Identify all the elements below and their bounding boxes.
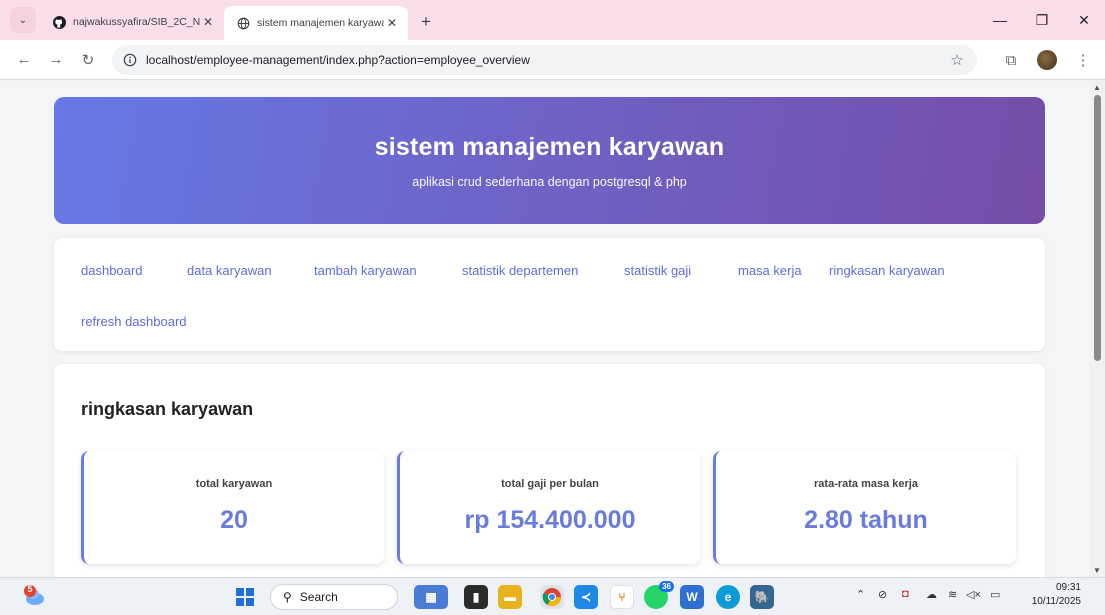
stat-card-masa-kerja: rata-rata masa kerja 2.80 tahun <box>713 451 1016 564</box>
stat-value: 2.80 tahun <box>804 506 928 534</box>
forward-arrow-icon[interactable]: → <box>42 46 70 74</box>
browser-toolbar: ← → ↻ localhost/employee-management/inde… <box>0 40 1105 80</box>
stat-card-total-gaji: total gaji per bulan rp 154.400.000 <box>397 451 700 564</box>
taskbar-edge-icon[interactable]: e <box>716 585 740 609</box>
taskbar-pgadmin-icon[interactable]: 🐘 <box>750 585 774 609</box>
tray-mcafee-icon[interactable]: ◘ <box>902 588 909 600</box>
stat-value: 20 <box>220 506 248 534</box>
url-text: localhost/employee-management/index.php?… <box>146 53 530 67</box>
weather-widget-icon[interactable]: 5 <box>22 584 48 608</box>
new-tab-plus-icon[interactable]: + <box>414 10 438 34</box>
nav-link-tambah-karyawan[interactable]: tambah karyawan <box>314 263 417 278</box>
globe-icon <box>236 16 250 30</box>
minimize-icon[interactable]: — <box>979 0 1021 40</box>
page-scrollbar[interactable]: ▲ ▼ <box>1090 81 1105 577</box>
nav-link-statistik-gaji[interactable]: statistik gaji <box>624 263 691 278</box>
github-icon <box>52 15 66 29</box>
nav-link-masa-kerja[interactable]: masa kerja <box>738 263 802 278</box>
tab-title: najwakussyafira/SIB_2C_Najwa <box>73 16 200 28</box>
address-bar[interactable]: localhost/employee-management/index.php?… <box>112 45 977 75</box>
nav-link-refresh-dashboard[interactable]: refresh dashboard <box>81 314 187 329</box>
taskbar-chrome-icon[interactable] <box>540 585 564 609</box>
scroll-up-arrow-icon[interactable]: ▲ <box>1093 83 1101 92</box>
scrollbar-thumb[interactable] <box>1094 95 1101 361</box>
windows-start-icon[interactable] <box>236 588 254 606</box>
stat-card-total-karyawan: total karyawan 20 <box>81 451 384 564</box>
summary-heading: ringkasan karyawan <box>81 399 254 419</box>
tray-sync-icon[interactable]: ⊘ <box>878 588 887 601</box>
taskbar-search-label: Search <box>299 590 338 604</box>
clock-time: 09:31 <box>1055 582 1081 593</box>
windows-taskbar: 5 ⚲ Search ▦ ▮ ▬ ≺ ⑂ 36 W e 🐘 ⌃ ⊘ ◘ ☁ ≋ … <box>0 577 1105 615</box>
taskbar-word-icon[interactable]: W <box>680 585 704 609</box>
window-controls: — ❐ ✕ <box>979 0 1105 40</box>
tray-chevron-up-icon[interactable]: ⌃ <box>856 588 865 601</box>
stat-label: rata-rata masa kerja <box>814 478 918 490</box>
search-icon: ⚲ <box>283 590 292 604</box>
taskbar-vscode-icon[interactable]: ≺ <box>574 585 598 609</box>
page-header-banner: sistem manajemen karyawan aplikasi crud … <box>54 97 1045 224</box>
page-subtitle: aplikasi crud sederhana dengan postgresq… <box>412 175 687 189</box>
taskbar-terminal-icon[interactable]: ▮ <box>464 585 488 609</box>
bookmark-star-icon[interactable]: ☆ <box>945 51 969 69</box>
site-info-icon[interactable] <box>122 52 138 68</box>
toolbar-actions: ⧉ ⋮ <box>997 46 1097 74</box>
taskbar-whatsapp-icon[interactable]: 36 <box>644 581 674 609</box>
page-title: sistem manajemen karyawan <box>374 133 725 161</box>
browser-tab-strip: ⌄ najwakussyafira/SIB_2C_Najwa ✕ sistem … <box>0 0 1105 40</box>
taskbar-file-explorer-icon[interactable]: ▬ <box>498 585 522 609</box>
tab-title: sistem manajemen karyawan <box>257 17 384 29</box>
back-arrow-icon[interactable]: ← <box>10 46 38 74</box>
nav-link-dashboard[interactable]: dashboard <box>81 263 142 278</box>
tab-active-page[interactable]: sistem manajemen karyawan ✕ <box>224 6 408 40</box>
tray-battery-icon[interactable]: ▭ <box>990 588 1000 601</box>
tray-wifi-icon[interactable]: ≋ <box>948 588 957 601</box>
tab-github[interactable]: najwakussyafira/SIB_2C_Najwa ✕ <box>40 6 224 38</box>
menu-kebab-icon[interactable]: ⋮ <box>1069 46 1097 74</box>
close-window-icon[interactable]: ✕ <box>1063 0 1105 40</box>
clock-date: 10/11/2025 <box>1031 596 1081 607</box>
nav-link-ringkasan-karyawan[interactable]: ringkasan karyawan <box>829 263 945 278</box>
tab-search-chevron-icon[interactable]: ⌄ <box>10 7 36 33</box>
nav-link-statistik-departemen[interactable]: statistik departemen <box>462 263 578 278</box>
stat-label: total karyawan <box>195 478 273 490</box>
close-icon[interactable]: ✕ <box>384 15 400 31</box>
close-icon[interactable]: ✕ <box>200 14 216 30</box>
taskbar-search-box[interactable]: ⚲ Search <box>270 584 398 610</box>
reload-icon[interactable]: ↻ <box>74 46 102 74</box>
nav-link-data-karyawan[interactable]: data karyawan <box>187 263 272 278</box>
weather-badge: 5 <box>27 584 33 594</box>
whatsapp-badge: 36 <box>659 581 674 592</box>
nav-menu-card: dashboard data karyawan tambah karyawan … <box>54 238 1045 351</box>
taskbar-clock[interactable]: 09:31 10/11/2025 <box>1032 581 1081 609</box>
restore-icon[interactable]: ❐ <box>1021 0 1063 40</box>
taskbar-git-icon[interactable]: ⑂ <box>610 585 634 609</box>
stat-value: rp 154.400.000 <box>464 506 636 534</box>
tray-volume-icon[interactable]: ◁× <box>966 588 981 601</box>
extensions-puzzle-icon[interactable]: ⧉ <box>997 46 1025 74</box>
summary-section: ringkasan karyawan total karyawan 20 tot… <box>54 364 1045 577</box>
tray-cloud-icon[interactable]: ☁ <box>926 588 937 601</box>
taskbar-photos-icon[interactable]: ▦ <box>414 585 448 609</box>
page-viewport: sistem manajemen karyawan aplikasi crud … <box>0 81 1090 577</box>
stat-label: total gaji per bulan <box>501 478 599 490</box>
profile-avatar[interactable] <box>1033 46 1061 74</box>
scroll-down-arrow-icon[interactable]: ▼ <box>1093 566 1101 575</box>
